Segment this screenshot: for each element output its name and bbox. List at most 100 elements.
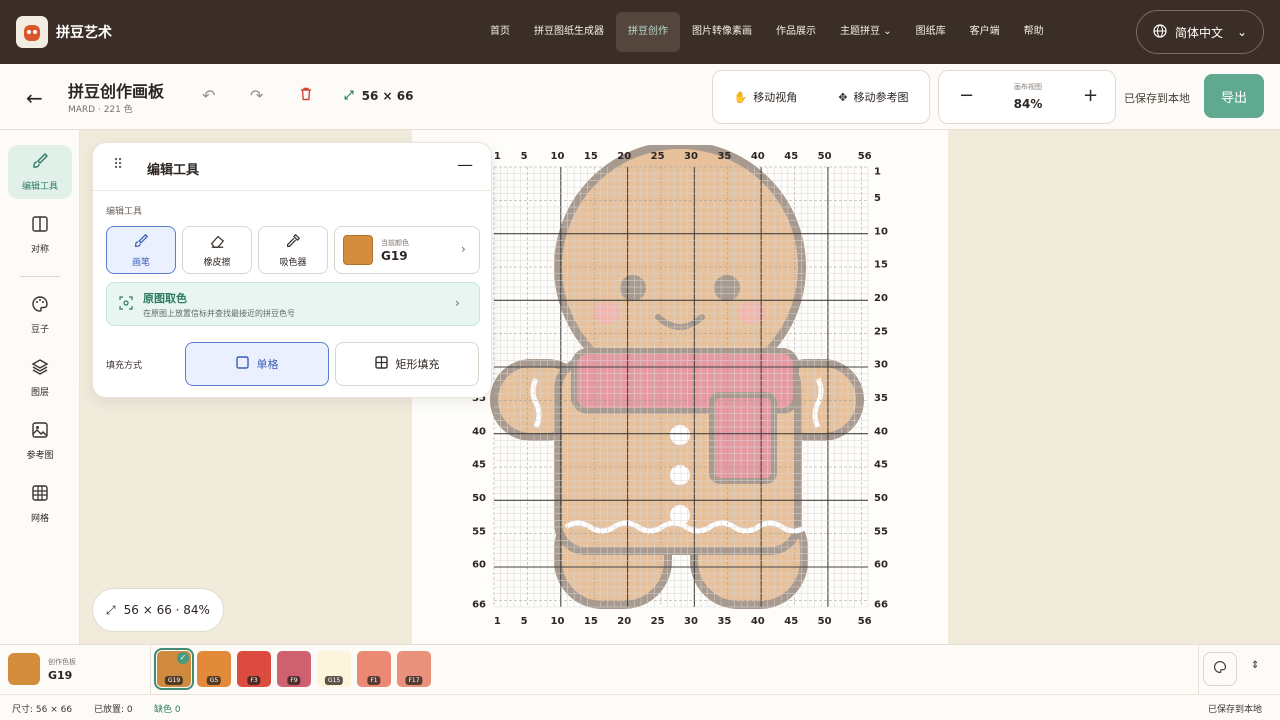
grid-tick-label: 1 (494, 151, 501, 162)
pan-reference-button[interactable]: ✥ 移动参考图 (838, 89, 908, 105)
nav-link-pixel[interactable]: 图片转像素画 (680, 12, 764, 52)
palette-manage-button[interactable] (1203, 652, 1237, 686)
current-color-caption: 当前颜色 (381, 239, 409, 247)
sidebar-item-label: 编辑工具 (21, 182, 58, 192)
grid-tick-label: 55 (472, 526, 486, 537)
bead-grid[interactable]: 1155101015152020252530303535404045455050… (462, 145, 912, 629)
nav-links: 首页 拼豆图纸生成器 拼豆创作 图片转像素画 作品展示 主题拼豆 ⌄ 图纸库 客… (478, 12, 1056, 52)
palette-chip[interactable]: F3 (237, 651, 271, 687)
palette-chip-label: F1 (367, 676, 381, 685)
status-saved: 已保存到本地 (1208, 705, 1263, 715)
language-label: 简体中文 (1175, 25, 1224, 40)
chevron-down-icon: ⌄ (1237, 25, 1248, 39)
fill-single-button[interactable]: 单格 (185, 342, 329, 386)
grid-tick-label: 40 (751, 151, 765, 162)
zoom-control: − 画布视图 84% + (938, 70, 1116, 124)
check-icon: ✓ (177, 652, 189, 664)
grid-tick-label: 5 (521, 151, 528, 162)
palette-chip[interactable]: G19 ✓ (154, 648, 194, 690)
board-title: 拼豆创作画板 (68, 82, 165, 101)
palette-chip-label: F9 (287, 676, 301, 685)
sidebar-item-grid[interactable]: 网格 (8, 477, 72, 531)
current-color-swatch (343, 235, 373, 265)
palette-chip[interactable]: G15 (317, 651, 351, 687)
square-icon (235, 356, 249, 372)
palette-chip[interactable]: F1 (357, 651, 391, 687)
grid-tick-label: 40 (874, 426, 888, 437)
top-nav: 拼豆艺术 首页 拼豆图纸生成器 拼豆创作 图片转像素画 作品展示 主题拼豆 ⌄ … (0, 0, 1280, 64)
palette-current-swatch[interactable] (8, 653, 40, 685)
undo-icon[interactable]: ↶ (202, 86, 215, 105)
palette-bar: 创作色板 G19 G19 ✓ G5 F3 F9 G15 F1 F17 ⇕ (0, 644, 1280, 695)
grid-tick-label: 25 (651, 151, 665, 162)
nav-link-home[interactable]: 首页 (478, 12, 522, 52)
board-subtitle: MARD · 221 色 (68, 105, 133, 115)
grid-tick-label: 15 (584, 151, 598, 162)
current-color-button[interactable]: 当前颜色 G19 › (334, 226, 480, 274)
nav-link-create[interactable]: 拼豆创作 (616, 12, 680, 52)
nav-link-help[interactable]: 帮助 (1012, 12, 1056, 52)
pick-title: 原图取色 (143, 292, 187, 305)
grid-lines (493, 166, 869, 608)
grid-tick-label: 55 (874, 526, 888, 537)
expand-updown-icon[interactable]: ⇕ (1251, 660, 1259, 671)
palette-chip[interactable]: F17 (397, 651, 431, 687)
grid-tick-label: 66 (874, 600, 888, 611)
logo-icon[interactable] (16, 16, 48, 48)
sidebar-item-symmetry[interactable]: 对称 (8, 208, 72, 262)
scan-icon (119, 296, 133, 313)
nav-link-themes-label: 主题拼豆 (840, 26, 880, 37)
sidebar-item-layers[interactable]: 图层 (8, 351, 72, 405)
pan-view-button[interactable]: ✋ 移动视角 (734, 89, 798, 105)
status-bar: 尺寸: 56 × 66 已放置: 0 缺色 0 已保存到本地 (0, 694, 1280, 720)
eyedropper-tool-button[interactable]: 吸色器 (258, 226, 328, 274)
gingerbread-artwork (490, 145, 864, 609)
nav-link-generator[interactable]: 拼豆图纸生成器 (522, 12, 616, 52)
zoom-in-button[interactable]: + (1083, 85, 1098, 106)
hand-icon: ✋ (733, 90, 748, 104)
palette-chip-label: F3 (247, 676, 261, 685)
palette-chip[interactable]: G5 (197, 651, 231, 687)
fill-rect-button[interactable]: 矩形填充 (335, 342, 479, 386)
fill-mode-label: 填充方式 (106, 361, 143, 371)
sidebar-item-edit-tools[interactable]: 编辑工具 (8, 145, 72, 199)
back-arrow-icon[interactable]: ← (26, 86, 43, 110)
collapse-button[interactable]: — (457, 155, 473, 174)
brand-name[interactable]: 拼豆艺术 (56, 22, 112, 42)
editor-toolbar: ← 拼豆创作画板 MARD · 221 色 ↶ ↷ ⤢ 56 × 66 ✋ 移动… (0, 64, 1280, 130)
grid-tick-label: 50 (874, 493, 888, 504)
grid-tick-label: 10 (874, 226, 888, 237)
nav-link-themes[interactable]: 主题拼豆 ⌄ (828, 12, 904, 52)
canvas-size-button[interactable]: ⤢ 56 × 66 (344, 88, 413, 103)
canvas-size-label: 56 × 66 (361, 88, 414, 103)
language-select[interactable]: 简体中文 ⌄ (1136, 10, 1264, 54)
drag-handle-icon[interactable]: ⠿ (113, 157, 123, 173)
sidebar-item-reference[interactable]: 参考图 (8, 414, 72, 468)
sidebar-item-label: 图层 (30, 388, 49, 398)
trash-icon[interactable] (298, 86, 314, 106)
nav-link-library[interactable]: 图纸库 (904, 12, 958, 52)
palette-chip-label: G15 (324, 676, 344, 685)
sidebar-item-label: 豆子 (30, 325, 49, 335)
palette-chip[interactable]: F9 (277, 651, 311, 687)
grid-tick-label: 45 (874, 460, 888, 471)
brush-tool-button[interactable]: 画笔 (106, 226, 176, 274)
brush-icon (31, 152, 49, 173)
grid-tick-label: 5 (874, 193, 881, 204)
grid-tick-label: 35 (717, 151, 731, 162)
canvas-size-chip[interactable]: ⤢ 56 × 66 · 84% (92, 588, 224, 632)
grid-tick-label: 15 (584, 616, 598, 627)
grid-tick-label: 25 (651, 616, 665, 627)
palette-icon (31, 295, 49, 316)
sidebar-item-beads[interactable]: 豆子 (8, 288, 72, 342)
fill-single-label: 单格 (256, 358, 279, 371)
status-missing: 缺色 0 (154, 705, 181, 715)
brush-icon (133, 233, 149, 252)
grid-square-icon (374, 356, 388, 372)
eraser-tool-button[interactable]: 橡皮擦 (182, 226, 252, 274)
pick-from-image-button[interactable]: 原图取色 在原图上放置信标并查找最接近的拼豆色号 › (106, 282, 480, 326)
nav-link-gallery[interactable]: 作品展示 (764, 12, 828, 52)
export-button[interactable]: 导出 (1204, 74, 1264, 118)
redo-icon[interactable]: ↷ (250, 86, 263, 105)
nav-link-client[interactable]: 客户端 (958, 12, 1012, 52)
